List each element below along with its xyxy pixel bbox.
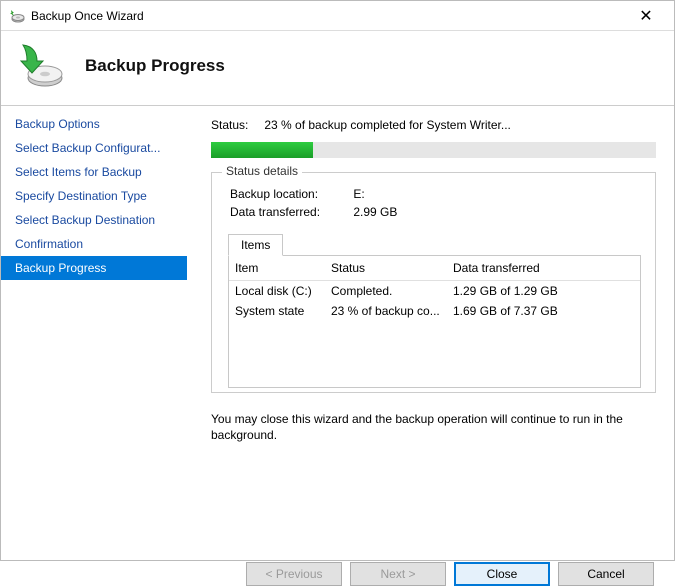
sidebar-item-backup-progress[interactable]: Backup Progress: [1, 256, 187, 280]
progress-bar: [211, 142, 656, 158]
status-details-legend: Status details: [222, 164, 302, 178]
cell-transferred: 1.29 GB of 1.29 GB: [447, 281, 640, 302]
status-text: 23 % of backup completed for System Writ…: [264, 118, 511, 132]
sidebar-item-destination-type[interactable]: Specify Destination Type: [1, 184, 187, 208]
app-icon: [9, 8, 25, 24]
page-title: Backup Progress: [85, 56, 225, 76]
data-transferred-label: Data transferred:: [230, 205, 350, 219]
window-title: Backup Once Wizard: [31, 9, 626, 23]
cell-transferred: 1.69 GB of 7.37 GB: [447, 301, 640, 321]
table-row[interactable]: Local disk (C:) Completed. 1.29 GB of 1.…: [229, 281, 640, 302]
column-header-item[interactable]: Item: [229, 256, 325, 281]
cell-item: Local disk (C:): [229, 281, 325, 302]
sidebar-item-select-items[interactable]: Select Items for Backup: [1, 160, 187, 184]
cell-status: 23 % of backup co...: [325, 301, 447, 321]
data-transferred-value: 2.99 GB: [353, 205, 397, 219]
sidebar-item-select-config[interactable]: Select Backup Configurat...: [1, 136, 187, 160]
wizard-header: Backup Progress: [1, 31, 674, 106]
previous-button: < Previous: [246, 562, 342, 586]
table-row[interactable]: System state 23 % of backup co... 1.69 G…: [229, 301, 640, 321]
sidebar-item-backup-options[interactable]: Backup Options: [1, 112, 187, 136]
status-details-group: Status details Backup location: E: Data …: [211, 172, 656, 393]
sidebar-item-label: Select Backup Configurat...: [15, 141, 160, 155]
close-button[interactable]: ✕: [626, 6, 666, 26]
wizard-buttons: < Previous Next > Close Cancel: [1, 544, 674, 586]
sidebar-item-confirmation[interactable]: Confirmation: [1, 232, 187, 256]
tab-items[interactable]: Items: [228, 234, 283, 256]
column-header-status[interactable]: Status: [325, 256, 447, 281]
sidebar-item-label: Confirmation: [15, 237, 83, 251]
cell-status: Completed.: [325, 281, 447, 302]
next-button: Next >: [350, 562, 446, 586]
data-transferred-row: Data transferred: 2.99 GB: [230, 205, 645, 219]
wizard-steps-sidebar: Backup Options Select Backup Configurat.…: [1, 106, 187, 544]
backup-location-value: E:: [353, 187, 364, 201]
tab-label: Items: [241, 238, 270, 252]
main-panel: Status: 23 % of backup completed for Sys…: [187, 106, 674, 544]
sidebar-item-select-destination[interactable]: Select Backup Destination: [1, 208, 187, 232]
status-row: Status: 23 % of backup completed for Sys…: [211, 118, 656, 132]
items-table: Item Status Data transferred Local disk …: [228, 255, 641, 388]
sidebar-item-label: Specify Destination Type: [15, 189, 147, 203]
sidebar-item-label: Backup Progress: [15, 261, 106, 275]
cell-item: System state: [229, 301, 325, 321]
status-label: Status:: [211, 118, 261, 132]
titlebar: Backup Once Wizard ✕: [1, 1, 674, 31]
column-header-transferred[interactable]: Data transferred: [447, 256, 640, 281]
background-note: You may close this wizard and the backup…: [211, 411, 656, 443]
progress-fill: [211, 142, 313, 158]
backup-location-row: Backup location: E:: [230, 187, 645, 201]
backup-arrow-disc-icon: [15, 41, 65, 91]
backup-location-label: Backup location:: [230, 187, 350, 201]
sidebar-item-label: Backup Options: [15, 117, 100, 131]
sidebar-item-label: Select Items for Backup: [15, 165, 142, 179]
close-button[interactable]: Close: [454, 562, 550, 586]
sidebar-item-label: Select Backup Destination: [15, 213, 155, 227]
cancel-button[interactable]: Cancel: [558, 562, 654, 586]
